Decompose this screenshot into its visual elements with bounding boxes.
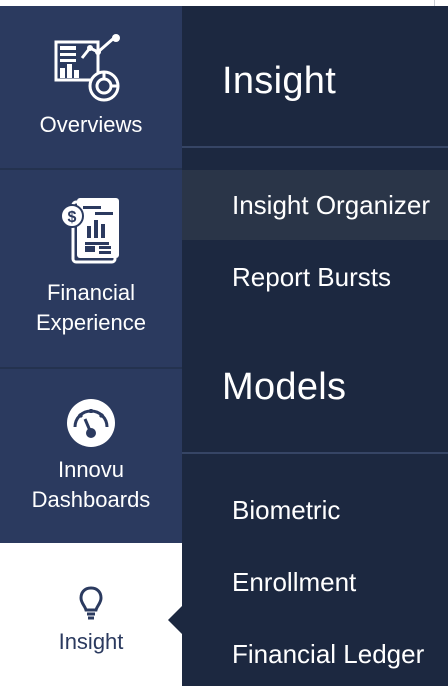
gauge-icon [67,399,115,447]
rail-label-insight: Insight [58,629,124,654]
rail-label-financial-line2: Experience [35,310,147,335]
rail-label-overviews: Overviews [39,112,143,137]
section-divider [182,146,448,148]
menu-item-label: Biometric [232,494,341,525]
lightbulb-icon [79,586,103,620]
menu-item-label: Enrollment [232,566,357,597]
section-title-insight: Insight [222,60,337,102]
section-title-models: Models [222,366,347,408]
rail-item-overviews[interactable]: Overviews [0,6,182,168]
rail-item-financial-experience[interactable]: $ Financial Experience [0,170,182,367]
menu-item-label: Report Bursts [232,261,391,292]
rail-label-innovu-line1: Innovu [57,457,125,482]
menu-item-insight-organizer[interactable]: Insight Organizer [182,170,448,240]
svg-text:$: $ [68,209,77,226]
section-divider [182,452,448,454]
menu-item-label: Insight Organizer [232,189,430,220]
submenu-panel: Insight Insight Organizer Report Bursts … [182,6,448,686]
menu-item-financial-ledger[interactable]: Financial Ledger [182,619,448,686]
rail-item-innovu-dashboards[interactable]: Innovu Dashboards [0,369,182,541]
menu-item-label: Financial Ledger [232,638,425,669]
menu-item-report-bursts[interactable]: Report Bursts [182,242,448,312]
menu-item-enrollment[interactable]: Enrollment [182,547,448,617]
active-pointer-notch [168,606,182,634]
rail-item-insight[interactable]: Insight [0,543,182,686]
chart-dashboard-icon [54,34,120,102]
menu-item-biometric[interactable]: Biometric [182,475,448,545]
rail-label-innovu-line2: Dashboards [31,487,151,512]
rail-label-financial-line1: Financial [46,280,136,305]
financial-report-icon: $ [60,198,119,264]
